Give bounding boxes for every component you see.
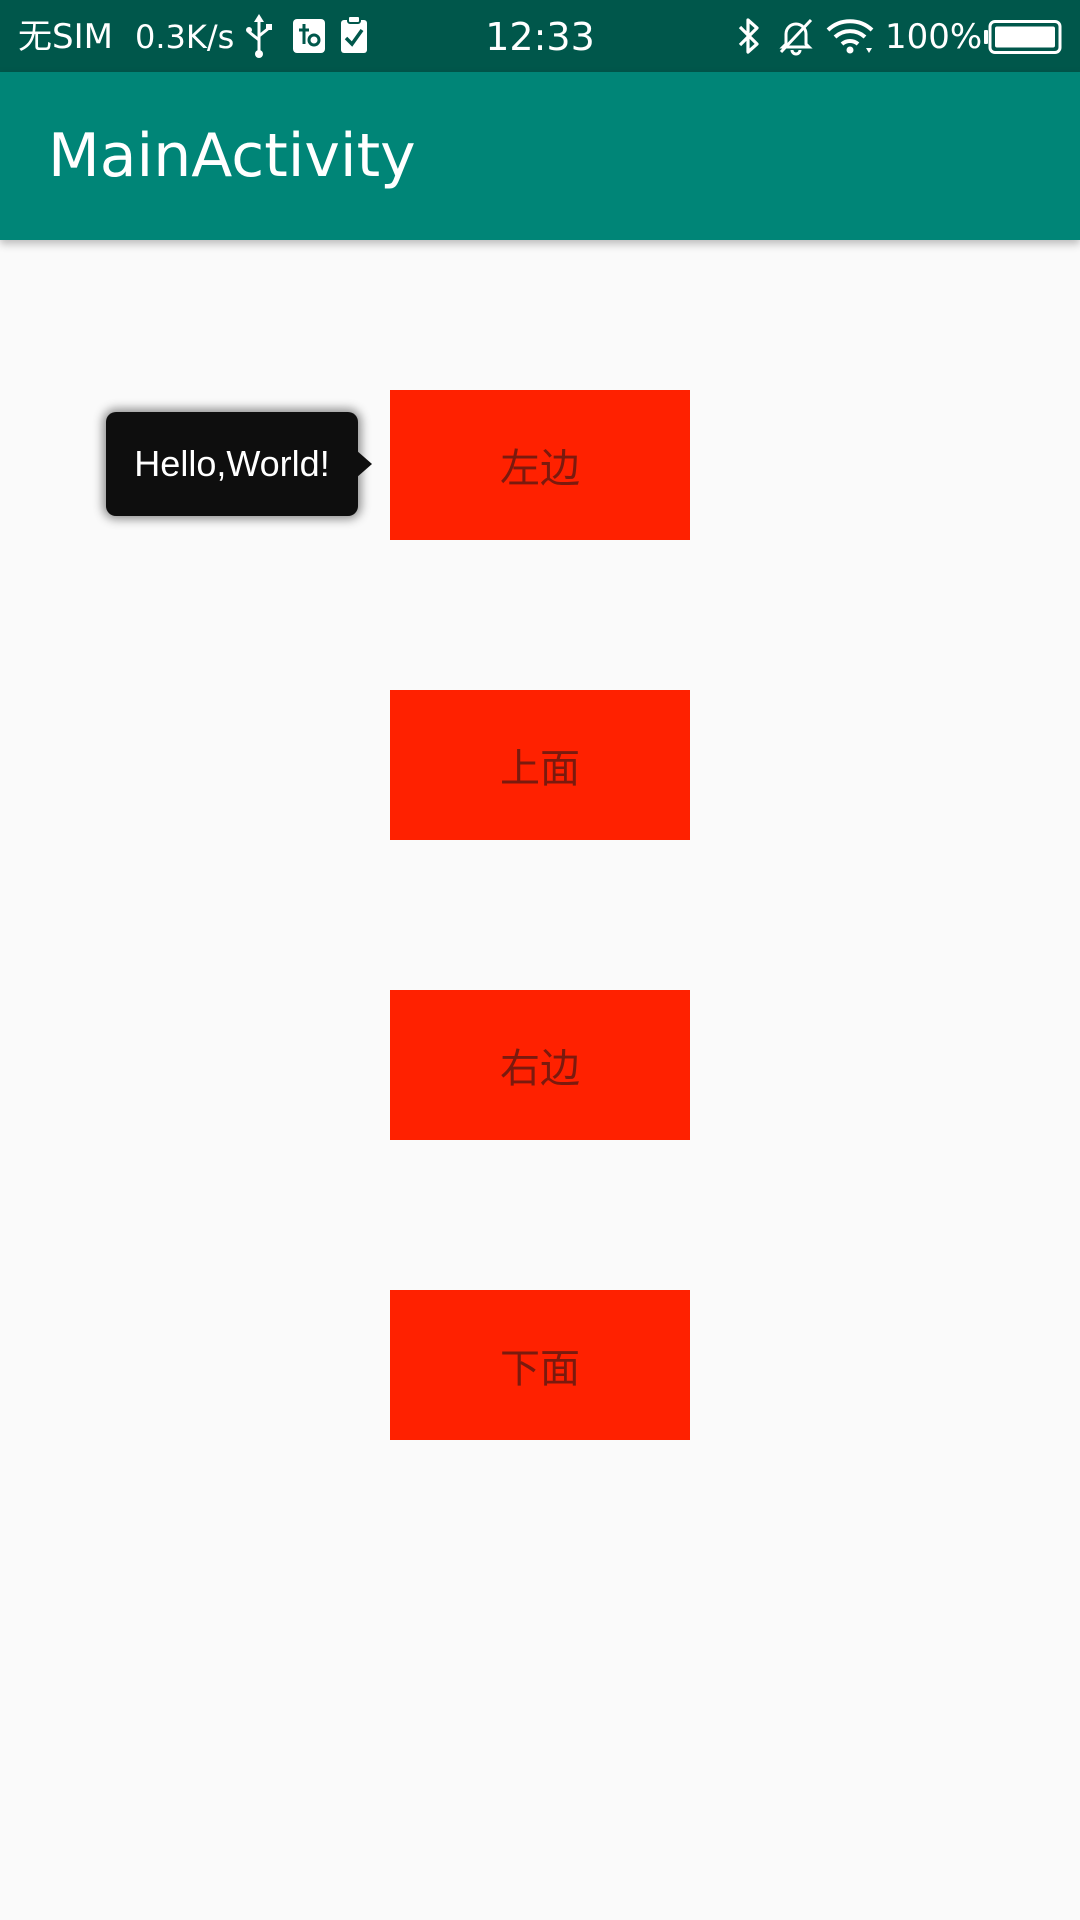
screen: 无SIM 0.3K/s 12:33 100% MainActivity 左边 上… [0,0,1080,1920]
status-bar: 无SIM 0.3K/s 12:33 100% [0,0,1080,72]
bottom-button[interactable]: 下面 [390,1290,690,1440]
battery-percentage: 100% [885,17,983,57]
notifications-off-icon [776,16,816,60]
tooltip-popup: Hello,World! [106,412,358,516]
top-button[interactable]: 上面 [390,690,690,840]
app-bar: MainActivity [0,72,1080,240]
left-button[interactable]: 左边 [390,390,690,540]
page-title: MainActivity [48,121,416,191]
battery-icon [984,20,1062,58]
wifi-icon [826,18,874,58]
tooltip-text: Hello,World! [134,443,330,484]
tooltip-arrow [356,450,372,478]
right-button[interactable]: 右边 [390,990,690,1140]
bluetooth-icon [736,16,762,60]
